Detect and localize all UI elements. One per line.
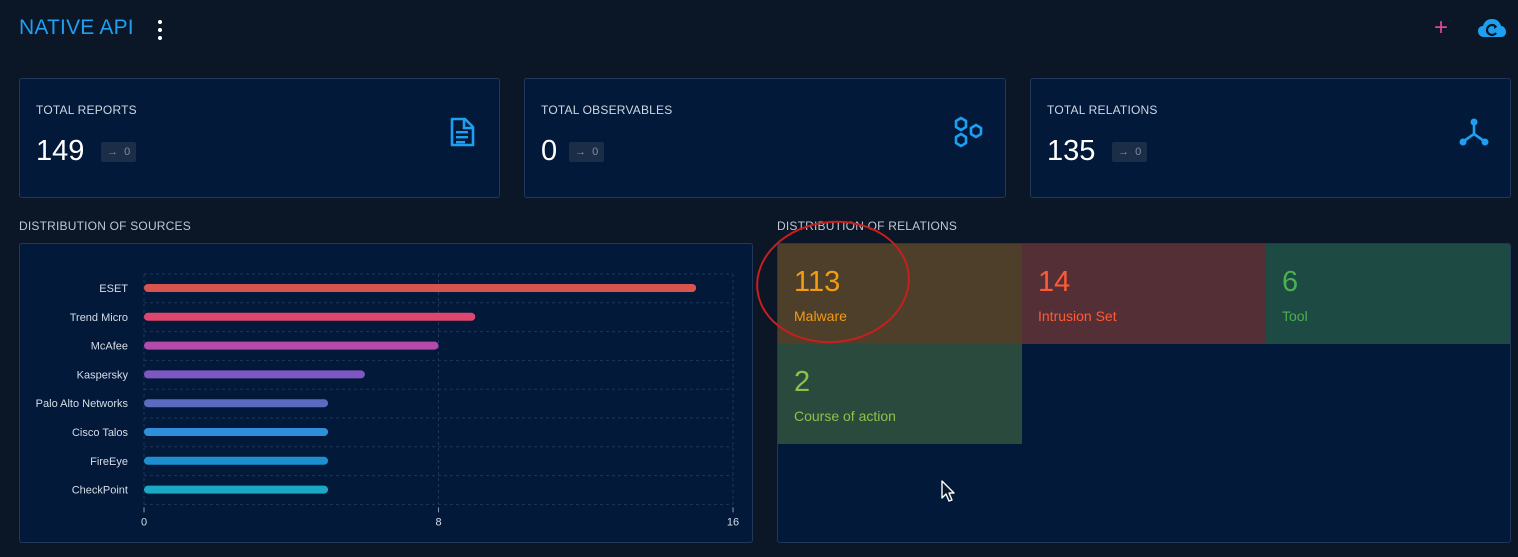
sources-bar-chart: ESET Trend Micro McAfee Kaspersky Palo Alto … bbox=[36, 273, 739, 528]
stat-card-reports: TOTAL REPORTS 149 → 0 bbox=[19, 78, 500, 198]
bar[interactable] bbox=[144, 399, 329, 408]
relations-graph-icon bbox=[1459, 117, 1489, 152]
stat-label: TOTAL REPORTS bbox=[36, 103, 137, 117]
sources-chart-card: ESET Trend Micro McAfee Kaspersky Palo Alto … bbox=[19, 243, 753, 543]
stat-card-observables: TOTAL OBSERVABLES 0 → 0 bbox=[524, 78, 1006, 198]
stat-delta-value: 0 bbox=[1135, 146, 1142, 158]
bar-category-label: McAfee bbox=[91, 341, 128, 353]
relation-tile-course-of-action[interactable]: 2 Course of action bbox=[778, 344, 1022, 444]
tile-count: 6 bbox=[1282, 266, 1299, 298]
bar-category-label: Kaspersky bbox=[77, 369, 129, 381]
bar-category-label: ESET bbox=[99, 283, 128, 295]
plus-icon[interactable]: + bbox=[1431, 14, 1451, 42]
axis-tick-label: 16 bbox=[727, 516, 739, 528]
bar-category-label: Cisco Talos bbox=[72, 427, 129, 439]
bar[interactable] bbox=[144, 485, 329, 494]
tile-label: Course of action bbox=[794, 408, 896, 424]
report-document-icon bbox=[448, 117, 476, 152]
stat-label: TOTAL RELATIONS bbox=[1047, 103, 1158, 117]
bar[interactable] bbox=[144, 456, 329, 465]
stat-delta: → 0 bbox=[569, 142, 605, 162]
stat-delta-value: 0 bbox=[124, 146, 131, 158]
highlight-circle bbox=[752, 219, 916, 354]
more-vert-icon[interactable] bbox=[153, 18, 167, 42]
stat-card-relations: TOTAL RELATIONS 135 → 0 bbox=[1030, 78, 1511, 198]
tile-count: 14 bbox=[1038, 266, 1071, 298]
stat-delta-value: 0 bbox=[592, 146, 599, 158]
cloud-refresh-icon[interactable] bbox=[1477, 16, 1507, 42]
relation-tile-intrusion-set[interactable]: 14 Intrusion Set bbox=[1022, 244, 1266, 344]
stat-value: 149 bbox=[36, 135, 85, 167]
bar-category-label: FireEye bbox=[90, 456, 128, 468]
axis-tick-label: 0 bbox=[141, 516, 147, 528]
page-title: NATIVE API bbox=[19, 16, 134, 39]
hexagons-icon bbox=[953, 115, 985, 154]
bar[interactable] bbox=[144, 428, 329, 436]
relation-tile-tool[interactable]: 6 Tool bbox=[1266, 244, 1510, 344]
bar-category-label: Trend Micro bbox=[70, 312, 128, 324]
tile-label: Tool bbox=[1282, 308, 1308, 324]
sources-section-title: DISTRIBUTION OF SOURCES bbox=[19, 219, 191, 233]
bar[interactable] bbox=[144, 284, 697, 292]
bar-category-label: CheckPoint bbox=[72, 485, 128, 497]
bar[interactable] bbox=[144, 370, 365, 379]
bar[interactable] bbox=[144, 312, 476, 321]
stat-value: 0 bbox=[541, 135, 558, 167]
axis-tick-label: 8 bbox=[435, 516, 441, 528]
stat-label: TOTAL OBSERVABLES bbox=[541, 103, 673, 117]
mouse-cursor-icon bbox=[941, 480, 957, 509]
stat-delta: → 0 bbox=[101, 142, 137, 162]
stat-delta: → 0 bbox=[1112, 142, 1148, 162]
stat-value: 135 bbox=[1047, 135, 1096, 167]
bar-category-label: Palo Alto Networks bbox=[36, 398, 129, 410]
bar[interactable] bbox=[144, 341, 439, 350]
tile-count: 2 bbox=[794, 366, 811, 398]
tile-label: Intrusion Set bbox=[1038, 308, 1117, 324]
